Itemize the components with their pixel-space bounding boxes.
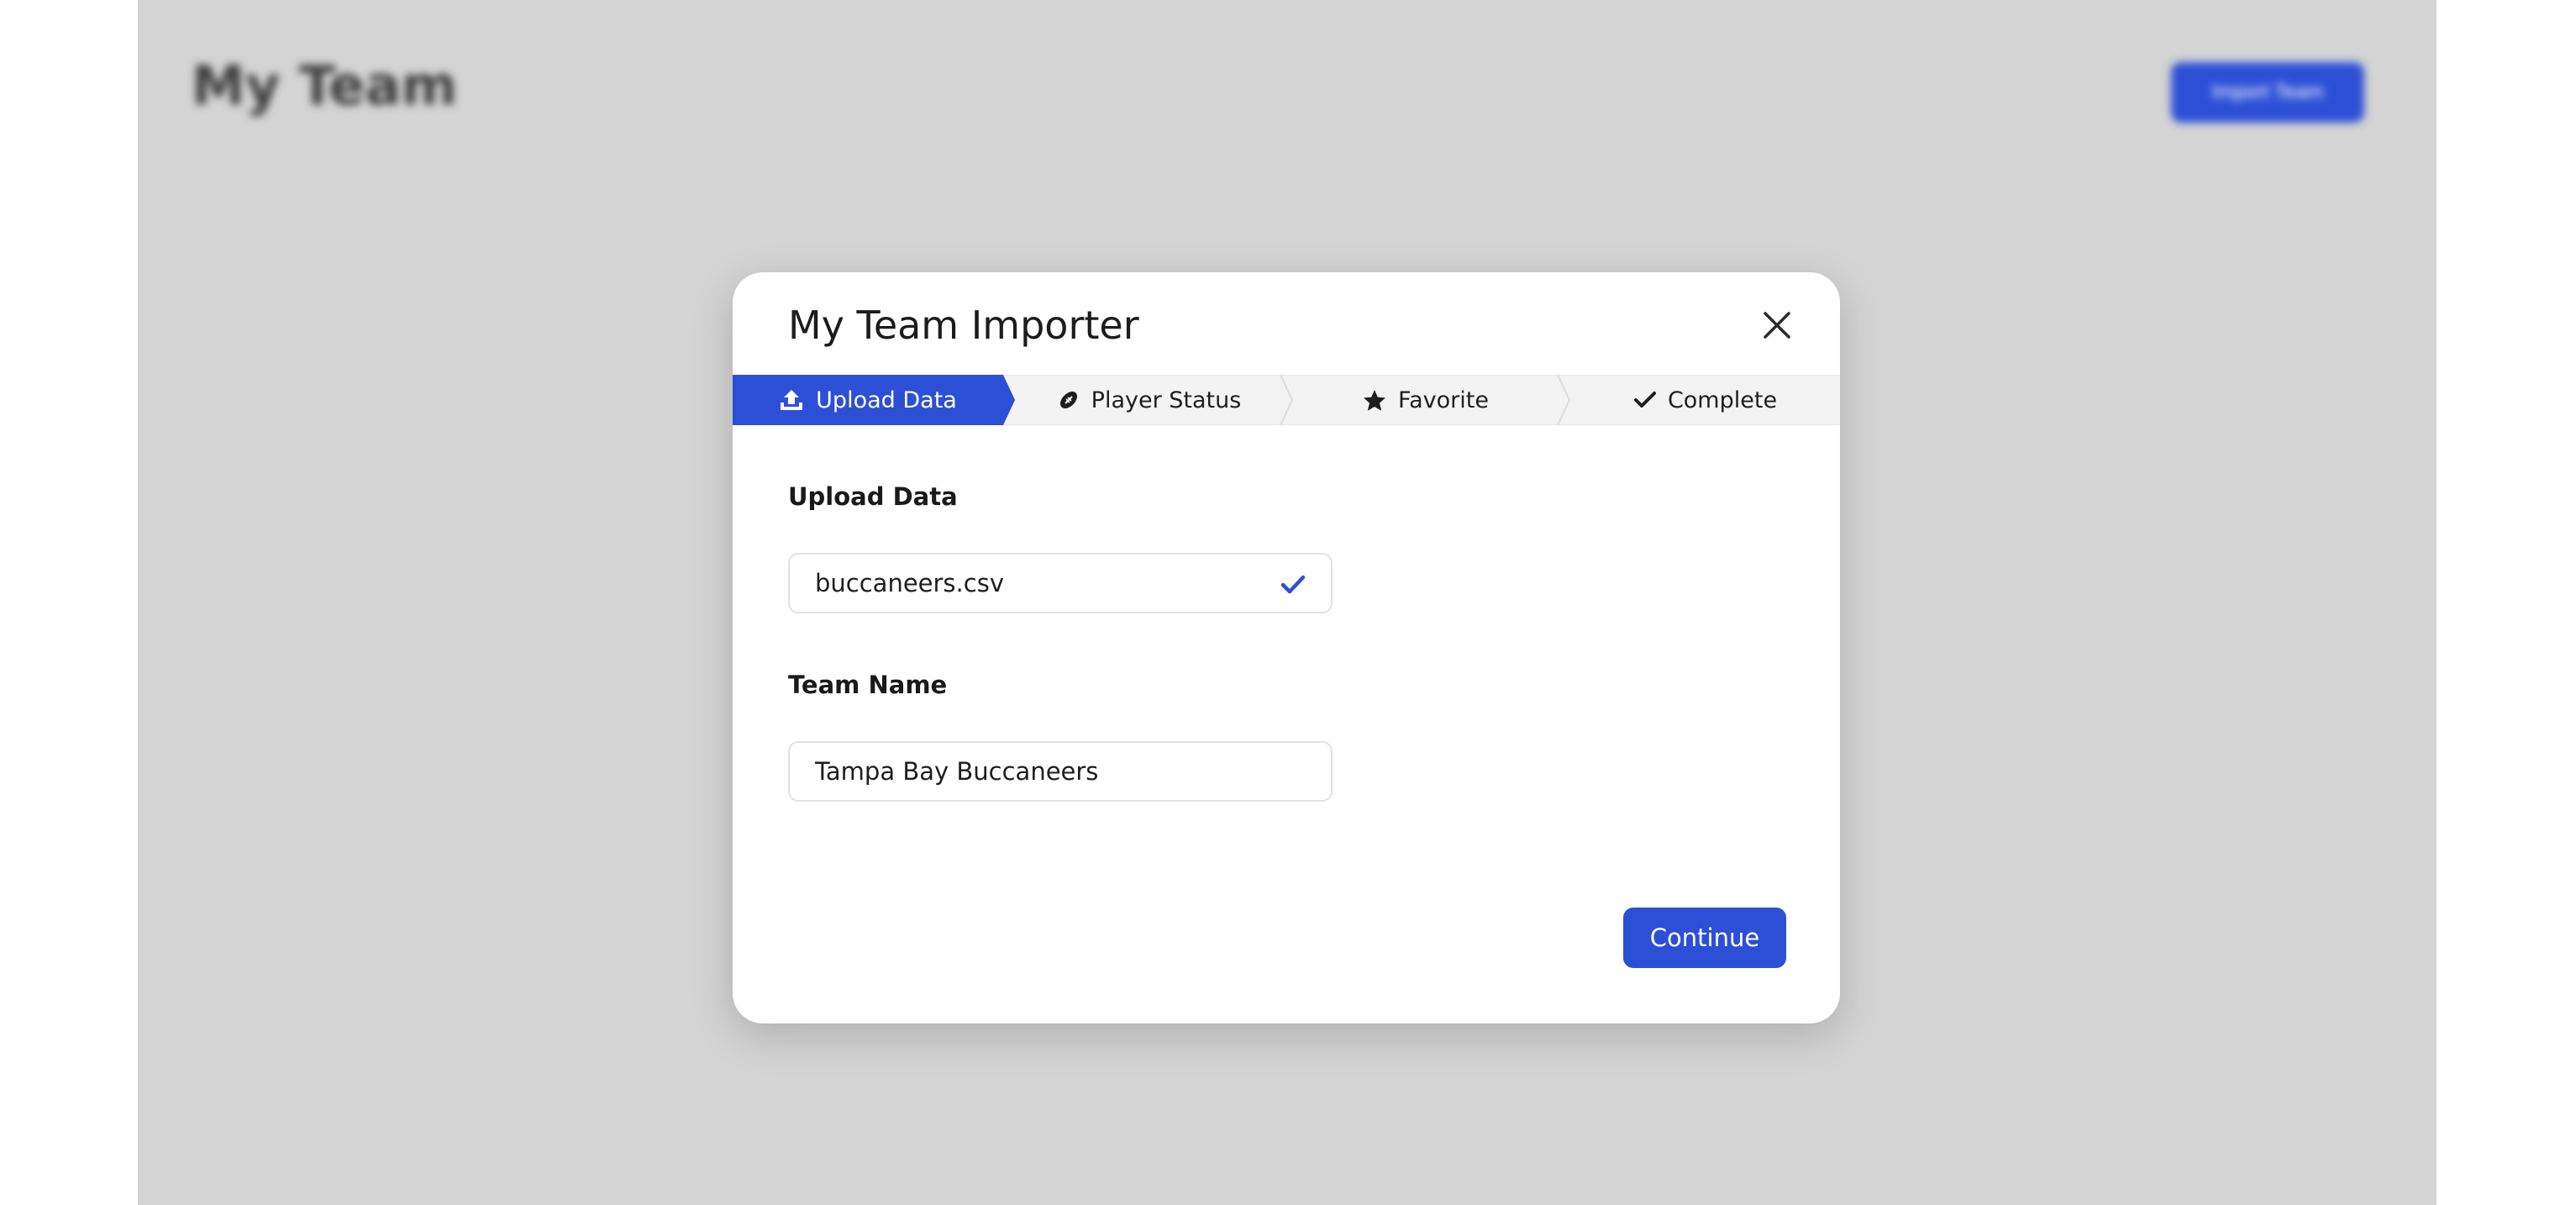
team-name-field[interactable] [788,741,1333,802]
importer-modal: My Team Importer Upload Data Player Stat… [733,272,1840,1023]
step-label: Upload Data [816,387,957,413]
step-label: Player Status [1091,387,1242,413]
close-icon [1764,312,1790,339]
step-label: Complete [1667,387,1778,413]
step-upload-data[interactable]: Upload Data [733,375,1003,425]
import-team-button: Import Team [2171,62,2364,123]
step-complete[interactable]: Complete [1571,375,1840,425]
file-name: buccaneers.csv [815,569,1004,597]
step-label: Favorite [1398,387,1489,413]
team-name-input[interactable] [815,757,1306,786]
step-player-status[interactable]: Player Status [1018,375,1280,425]
team-name-label: Team Name [788,671,948,699]
check-icon [1633,391,1656,409]
close-button[interactable] [1758,306,1796,345]
check-icon [1280,573,1306,602]
upload-data-label: Upload Data [788,482,958,511]
football-icon [1058,389,1080,411]
import-stepper: Upload Data Player Status Favorite Compl… [733,375,1840,425]
page-title: My Team [192,55,458,118]
modal-title: My Team Importer [788,303,1139,348]
step-favorite[interactable]: Favorite [1294,375,1558,425]
file-upload-field[interactable]: buccaneers.csv [788,553,1333,613]
upload-icon [779,388,804,412]
continue-button[interactable]: Continue [1623,908,1786,968]
star-icon [1363,389,1386,412]
